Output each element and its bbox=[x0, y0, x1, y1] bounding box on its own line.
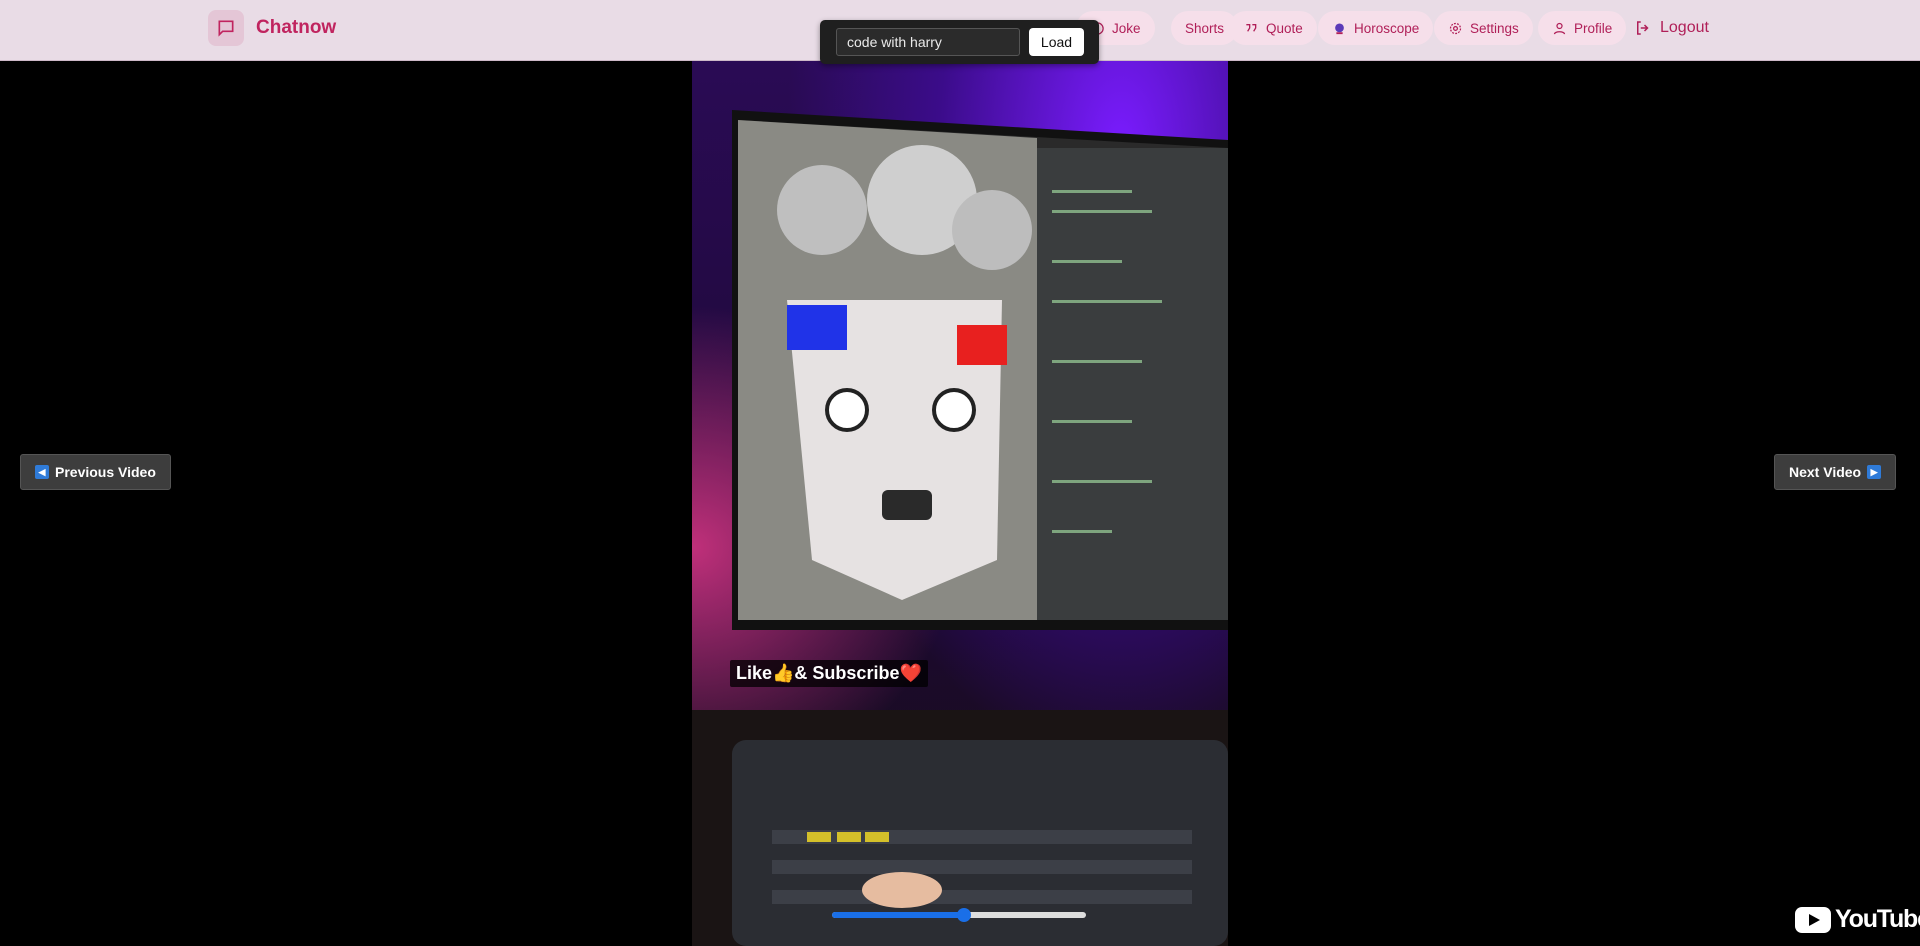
logout-label: Logout bbox=[1660, 19, 1709, 36]
logout-icon bbox=[1637, 21, 1649, 35]
video-search-input[interactable] bbox=[836, 28, 1020, 56]
next-video-label: Next Video bbox=[1789, 464, 1862, 480]
nav-item-horoscope[interactable]: Horoscope bbox=[1318, 11, 1434, 45]
next-arrow-icon: ▶ bbox=[1867, 465, 1882, 479]
video-player[interactable]: Like👍& Subscribe❤️ bbox=[692, 60, 1228, 946]
load-button[interactable]: Load bbox=[1029, 28, 1084, 56]
nav-item-quote[interactable]: Quote bbox=[1229, 11, 1317, 45]
nav-item-settings[interactable]: Settings bbox=[1434, 11, 1533, 45]
brand-name: Chatnow bbox=[256, 17, 337, 38]
progress-handle[interactable] bbox=[957, 908, 972, 922]
youtube-play-icon bbox=[1795, 906, 1831, 933]
gear-icon bbox=[1449, 22, 1462, 34]
user-icon bbox=[1553, 22, 1566, 34]
nav-item-shorts[interactable]: Shorts bbox=[1171, 11, 1239, 45]
logout-link[interactable]: Logout bbox=[1634, 11, 1709, 45]
video-loader: Load bbox=[820, 20, 1099, 64]
brand[interactable]: Chatnow bbox=[208, 9, 336, 47]
nav-item-label: Profile bbox=[1574, 20, 1613, 36]
video-progress-bar[interactable] bbox=[832, 908, 1086, 922]
quote-icon bbox=[1246, 24, 1257, 32]
youtube-label: YouTube bbox=[1835, 905, 1920, 933]
crystal-ball-icon bbox=[1335, 23, 1344, 34]
chat-bubble-icon bbox=[208, 10, 244, 46]
nav-item-label: Joke bbox=[1112, 20, 1141, 36]
youtube-watermark[interactable]: YouTube bbox=[1795, 905, 1920, 934]
nav-item-label: Shorts bbox=[1185, 20, 1225, 36]
nav-item-label: Quote bbox=[1266, 20, 1303, 36]
nav-item-label: Settings bbox=[1470, 20, 1519, 36]
previous-video-label: Previous Video bbox=[55, 464, 156, 480]
next-video-button[interactable]: Next Video ▶ bbox=[1774, 454, 1897, 490]
video-frame bbox=[692, 110, 1228, 946]
nav-item-profile[interactable]: Profile bbox=[1538, 11, 1627, 45]
previous-video-button[interactable]: ◀ Previous Video bbox=[20, 454, 171, 490]
subscribe-overlay: Like👍& Subscribe❤️ bbox=[730, 660, 928, 687]
progress-fill bbox=[832, 912, 965, 918]
nav-item-label: Horoscope bbox=[1354, 20, 1420, 36]
prev-arrow-icon: ◀ bbox=[35, 465, 49, 479]
